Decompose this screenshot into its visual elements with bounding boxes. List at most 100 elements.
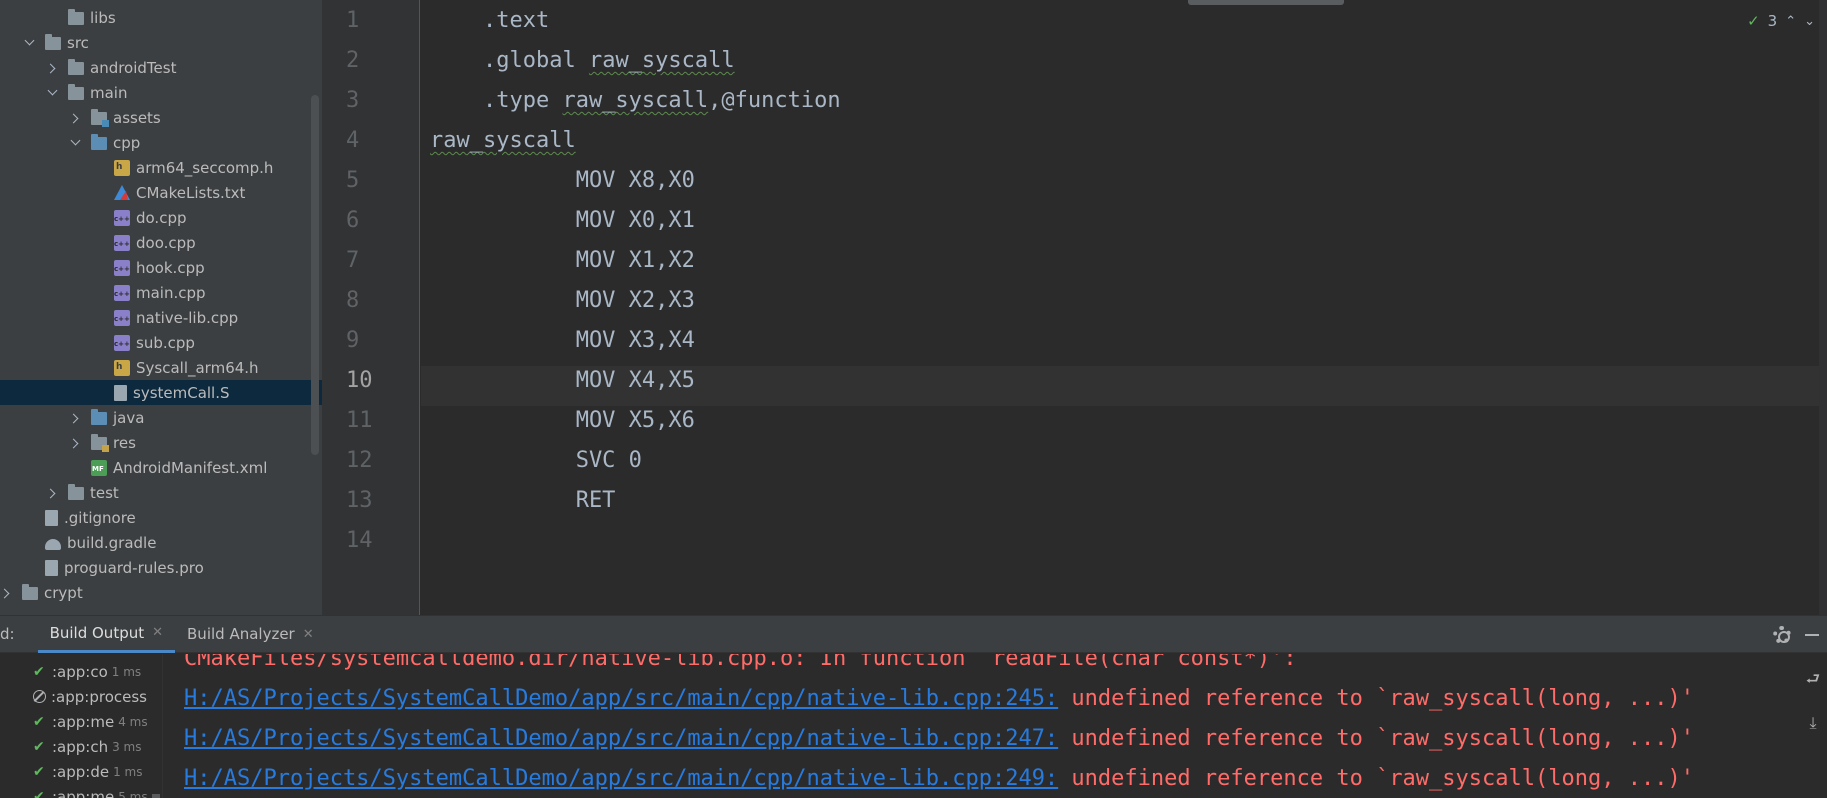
tree-item[interactable]: java [0, 405, 322, 430]
tree-item[interactable]: cpp [0, 130, 322, 155]
tree-item[interactable]: AndroidManifest.xml [0, 455, 322, 480]
code-line[interactable]: MOV X2,X3 [430, 288, 695, 313]
tree-item[interactable]: main [0, 80, 322, 105]
code-line[interactable]: RET [430, 488, 616, 513]
tree-item[interactable]: CMakeLists.txt [0, 180, 322, 205]
build-task[interactable]: :app:process [33, 684, 151, 709]
close-icon[interactable]: ✕ [152, 625, 163, 640]
folder-icon [68, 9, 84, 25]
tab-build-analyzer[interactable]: Build Analyzer ✕ [175, 616, 326, 653]
tree-item[interactable]: main.cpp [0, 280, 322, 305]
tree-item-label: AndroidManifest.xml [113, 458, 268, 477]
build-task-label: :app:co [52, 662, 108, 681]
build-output-console[interactable]: CMakeFiles/systemcalldemo.dir/native-lib… [164, 654, 1799, 798]
tree-item-label: main [90, 83, 128, 102]
scroll-to-end-icon[interactable]: ⤓ [1809, 713, 1816, 733]
tree-item[interactable]: native-lib.cpp [0, 305, 322, 330]
tree-item[interactable]: build.gradle [0, 530, 322, 555]
cpp-file-icon [114, 284, 130, 301]
project-tree-scrollbar[interactable] [311, 95, 319, 455]
editor-horizontal-scrollbar[interactable] [1188, 0, 1344, 5]
line-number-gutter: 1 2 3 4 5 6 7 8 9 10 11 12 13 14 [322, 0, 420, 615]
build-task[interactable]: ✔:app:ch 3 ms [33, 734, 142, 759]
line-number: 5 [346, 168, 360, 193]
code-line[interactable]: MOV X1,X2 [430, 248, 695, 273]
build-task-label: :app:me [52, 787, 115, 798]
close-icon[interactable]: ✕ [303, 627, 314, 642]
code-line[interactable]: .type raw_syscall,@function [430, 88, 841, 113]
tree-item[interactable]: src [0, 30, 322, 55]
tree-item[interactable]: systemCall.S [0, 380, 322, 405]
chevron-down-icon[interactable] [69, 137, 81, 149]
code-line[interactable]: .global raw_syscall [430, 48, 735, 73]
build-task-duration: 5 ms [118, 789, 148, 798]
tree-item[interactable]: sub.cpp [0, 330, 322, 355]
build-task-duration: 3 ms [112, 739, 142, 754]
gitignore-file-icon [45, 509, 58, 526]
source-location-link[interactable]: H:/AS/Projects/SystemCallDemo/app/src/ma… [184, 686, 1058, 711]
code-line[interactable]: MOV X5,X6 [430, 408, 695, 433]
chevron-down-icon[interactable] [23, 37, 35, 49]
line-number: 7 [346, 248, 360, 273]
tree-item-label: assets [113, 108, 161, 127]
tree-item[interactable]: arm64_seccomp.h [0, 155, 322, 180]
hide-panel-icon[interactable] [1805, 633, 1819, 636]
tree-item[interactable]: res [0, 430, 322, 455]
folder-icon [68, 59, 84, 75]
tree-item-label: test [90, 483, 119, 502]
header-file-icon [114, 359, 130, 376]
line-number: 2 [346, 48, 360, 73]
code-line[interactable]: MOV X8,X0 [430, 168, 695, 193]
chevron-right-icon[interactable] [46, 62, 58, 74]
code-line[interactable]: .text [430, 8, 549, 33]
tree-item-label: Syscall_arm64.h [136, 358, 259, 377]
spellcheck-word: raw_syscall [562, 88, 709, 113]
tree-item[interactable]: proguard-rules.pro [0, 555, 322, 580]
tree-item[interactable]: do.cpp [0, 205, 322, 230]
chevron-right-icon[interactable] [46, 487, 58, 499]
previous-highlight-icon[interactable]: ⌃ [1785, 14, 1796, 29]
tree-item[interactable]: doo.cpp [0, 230, 322, 255]
output-line: H:/AS/Projects/SystemCallDemo/app/src/ma… [184, 766, 1694, 791]
tree-item[interactable]: crypt [0, 580, 322, 605]
code-line[interactable]: MOV X0,X1 [430, 208, 695, 233]
task-tree-scrollbar[interactable] [152, 794, 160, 798]
code-editor[interactable]: 1 2 3 4 5 6 7 8 9 10 11 12 13 14 .text .global raw_sy… [322, 0, 1827, 615]
chevron-right-icon[interactable] [69, 112, 81, 124]
chevron-right-icon[interactable] [69, 437, 81, 449]
next-highlight-icon[interactable]: ⌄ [1804, 14, 1815, 29]
tab-label: Build Analyzer [187, 625, 295, 643]
inspection-widget[interactable]: ✓ 3 ⌃ ⌄ [1747, 12, 1815, 30]
build-task[interactable]: ✔:app:de 1 ms [33, 759, 142, 784]
chevron-down-icon[interactable] [46, 87, 58, 99]
chevron-right-icon[interactable] [69, 412, 81, 424]
gear-icon[interactable] [1773, 625, 1791, 644]
tree-item[interactable]: Syscall_arm64.h [0, 355, 322, 380]
tab-build-output[interactable]: Build Output ✕ [37, 616, 176, 653]
build-panel: d: Build Output ✕ Build Analyzer ✕ ✔:app… [0, 615, 1827, 798]
source-location-link[interactable]: H:/AS/Projects/SystemCallDemo/app/src/ma… [184, 766, 1058, 791]
chevron-right-icon[interactable] [0, 587, 12, 599]
source-location-link[interactable]: H:/AS/Projects/SystemCallDemo/app/src/ma… [184, 726, 1058, 751]
code-line[interactable]: MOV X4,X5 [430, 368, 695, 393]
build-task-duration: 4 ms [118, 714, 148, 729]
code-line[interactable]: MOV X3,X4 [430, 328, 695, 353]
tree-item[interactable]: libs [0, 5, 322, 30]
tree-item-label: native-lib.cpp [136, 308, 239, 327]
line-number: 14 [346, 528, 373, 553]
tree-item[interactable]: test [0, 480, 322, 505]
tree-item[interactable]: .gitignore [0, 505, 322, 530]
editor-vertical-scrollbar[interactable] [1819, 0, 1827, 615]
tree-item[interactable]: androidTest [0, 55, 322, 80]
build-task[interactable]: ✔:app:co 1 ms [33, 659, 141, 684]
tree-item[interactable]: hook.cpp [0, 255, 322, 280]
source-folder-icon [91, 409, 107, 425]
code-line[interactable]: raw_syscall [430, 128, 576, 153]
code-line[interactable]: SVC 0 [430, 448, 642, 473]
tree-item-label: CMakeLists.txt [136, 183, 246, 202]
build-task[interactable]: ✔:app:me 4 ms [33, 709, 148, 734]
tree-item[interactable]: assets [0, 105, 322, 130]
cpp-file-icon [114, 259, 130, 276]
build-task[interactable]: ✔:app:me 5 ms [33, 784, 148, 798]
soft-wrap-icon[interactable]: ⮐ [1806, 668, 1820, 695]
